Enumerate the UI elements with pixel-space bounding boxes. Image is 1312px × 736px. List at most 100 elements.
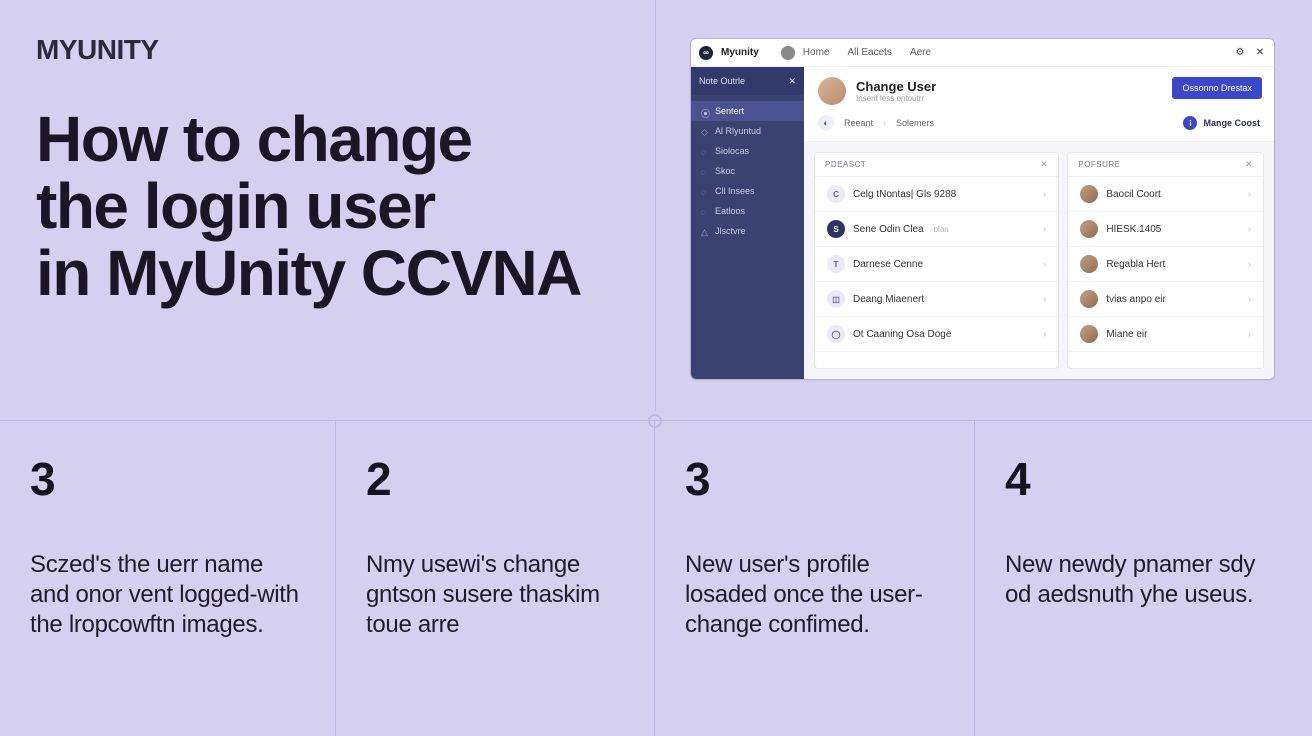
avatar-icon — [1080, 255, 1098, 273]
sidebar-item-3[interactable]: ◌Skoc — [691, 161, 804, 181]
sidebar-item-label: Jlsctvre — [715, 226, 746, 236]
app-body: Note Outrle ✕ ⦿Sentert ◇Al Rlyuntud ◌Sio… — [691, 67, 1274, 379]
step-2: 2 Nmy usewi's change gntson susere thask… — [336, 420, 655, 736]
sidebar-item-5[interactable]: ◌Eatloos — [691, 201, 804, 221]
item-label: Baocil Coort — [1106, 189, 1160, 200]
list-item[interactable]: ◯ Ot Caaning Osa Doge › — [815, 317, 1058, 352]
sidebar-item-1[interactable]: ◇ Al Rlyuntud — [691, 121, 804, 141]
dot-icon: ⦿ — [701, 107, 709, 115]
right-panel-title: Pofsure — [1078, 160, 1120, 169]
main-header: Change User Insent less ontoutrr Ossonno… — [804, 67, 1274, 115]
sidebar-title: Note Outrle — [699, 76, 745, 86]
avatar-icon — [1080, 325, 1098, 343]
sidebar-item-4[interactable]: ◌ Cll Insees — [691, 181, 804, 201]
app-icon: ∞ — [699, 46, 713, 60]
list-item[interactable]: C Celg tNontas| Gls 9288 › — [815, 177, 1058, 212]
manage-icon: i — [1183, 116, 1197, 130]
list-item[interactable]: Baocil Coort› — [1068, 177, 1263, 212]
settings-icon[interactable]: ⚙ — [1234, 47, 1246, 59]
sidebar-item-label: Cll Insees — [715, 186, 755, 196]
item-label: Miane eir — [1106, 329, 1147, 340]
left-panel: Pdeasct ✕ C Celg tNontas| Gls 9288 › S Sene… — [814, 152, 1059, 369]
right-panel: Pofsure ✕ Baocil Coort› HIESK.1405› Rega… — [1067, 152, 1264, 369]
list-item[interactable]: ◫Deang Miaenert› — [815, 282, 1058, 317]
chevron-right-icon: › — [1248, 329, 1251, 340]
item-label: Ot Caaning Osa Doge — [853, 329, 951, 340]
dot-icon: △ — [701, 227, 709, 235]
close-icon[interactable]: ✕ — [1040, 159, 1048, 170]
dot-icon: ◌ — [701, 167, 709, 175]
sidebar-item-label: Al Rlyuntud — [715, 126, 761, 136]
step-number: 3 — [30, 456, 305, 502]
steps-grid: 3 Sczed's the uerr name and onor vent lo… — [0, 420, 1312, 736]
chevron-right-icon: › — [1043, 294, 1046, 305]
crumb-all[interactable]: All Eacets — [847, 47, 891, 58]
item-icon: T — [827, 255, 845, 273]
sidebar-close-icon[interactable]: ✕ — [788, 76, 796, 87]
close-icon[interactable]: ✕ — [1245, 159, 1253, 170]
right-panel-list: Baocil Coort› HIESK.1405› Regabla Hert› … — [1068, 177, 1263, 368]
sidebar-item-label: Siolocas — [715, 146, 749, 156]
tab-recent[interactable]: Reeant — [844, 118, 873, 128]
item-label: Celg tNontas| Gls 9288 — [853, 189, 956, 200]
sidebar-item-2[interactable]: ◌Siolocas — [691, 141, 804, 161]
crumb-aere[interactable]: Aere — [910, 47, 931, 58]
crumb-home[interactable]: Home — [803, 47, 830, 58]
hero: MYUNITY How to change the login user in … — [36, 34, 636, 308]
manage-link[interactable]: i Mange Coost — [1183, 116, 1260, 130]
left-panel-title: Pdeasct — [825, 160, 866, 169]
sidebar-item-0[interactable]: ⦿ Sentert — [691, 101, 804, 121]
dot-icon: ◌ — [701, 187, 709, 195]
item-label: tvias anpo eir — [1106, 294, 1165, 305]
list-item[interactable]: Regabla Hert › — [1068, 247, 1263, 282]
item-icon: S — [827, 220, 845, 238]
item-icon: ◫ — [827, 290, 845, 308]
left-panel-header: Pdeasct ✕ — [815, 153, 1058, 177]
app-window: ∞ Myunity Home All Eacets Aere ⚙ ✕ Note … — [690, 38, 1275, 380]
avatar-icon — [1080, 220, 1098, 238]
tabs-row: ◐ Reeant › Solemers i Mange Coost — [804, 115, 1274, 142]
primary-action-button[interactable]: Ossonno Drestax — [1172, 77, 1262, 99]
list-item[interactable]: S Sene Odin Clea blan › — [815, 212, 1058, 247]
list-item[interactable]: tvias anpo eir › — [1068, 282, 1263, 317]
step-number: 2 — [366, 456, 624, 502]
item-sublabel: blan — [934, 225, 949, 234]
chevron-right-icon: › — [1248, 294, 1251, 305]
panels: Pdeasct ✕ C Celg tNontas| Gls 9288 › S Sene… — [804, 142, 1274, 379]
step-1: 3 Sczed's the uerr name and onor vent lo… — [0, 420, 336, 736]
step-text: New user's profile losaded once the user… — [685, 550, 944, 640]
sidebar-item-6[interactable]: △ Jlsctvre — [691, 221, 804, 241]
step-3: 3 New user's profile losaded once the us… — [655, 420, 975, 736]
dot-icon: ◇ — [701, 127, 709, 135]
avatar-icon — [1080, 185, 1098, 203]
right-panel-header: Pofsure ✕ — [1068, 153, 1263, 177]
item-icon: ◯ — [827, 325, 845, 343]
list-item[interactable]: TDarnese Cenne› — [815, 247, 1058, 282]
item-label: Sene Odin Clea — [853, 224, 924, 235]
manage-label: Mange Coost — [1203, 118, 1260, 128]
sidebar-header: Note Outrle ✕ — [691, 67, 804, 95]
tab-solemers[interactable]: Solemers — [896, 118, 934, 128]
headline: How to change the login user in MyUnity … — [36, 106, 636, 308]
list-item[interactable]: Miane eir › — [1068, 317, 1263, 352]
item-label: Regabla Hert — [1106, 259, 1165, 270]
chevron-right-icon: › — [1043, 329, 1046, 340]
chevron-right-icon: › — [1043, 224, 1046, 235]
chevron-right-icon: › — [1043, 189, 1046, 200]
sidebar-item-label: Sentert — [715, 106, 744, 116]
item-icon: C — [827, 185, 845, 203]
chevron-right-icon: › — [1248, 259, 1251, 270]
headline-line-3: in MyUnity CCVNA — [36, 240, 636, 307]
step-text: Sczed's the uerr name and onor vent logg… — [30, 550, 305, 640]
avatar[interactable] — [818, 77, 846, 105]
step-number: 3 — [685, 456, 944, 502]
chevron-right-icon: › — [1248, 224, 1251, 235]
chevron-right-icon: › — [1043, 259, 1046, 270]
close-icon[interactable]: ✕ — [1254, 47, 1266, 59]
step-text: New newdy pnamer sdy od aedsnuth yhe use… — [1005, 550, 1282, 610]
tab-chip-icon: ◐ — [818, 115, 834, 131]
list-item[interactable]: HIESK.1405› — [1068, 212, 1263, 247]
step-4: 4 New newdy pnamer sdy od aedsnuth yhe u… — [975, 420, 1312, 736]
headline-line-2: the login user — [36, 173, 636, 240]
step-text: Nmy usewi's change gntson susere thaskim… — [366, 550, 624, 640]
